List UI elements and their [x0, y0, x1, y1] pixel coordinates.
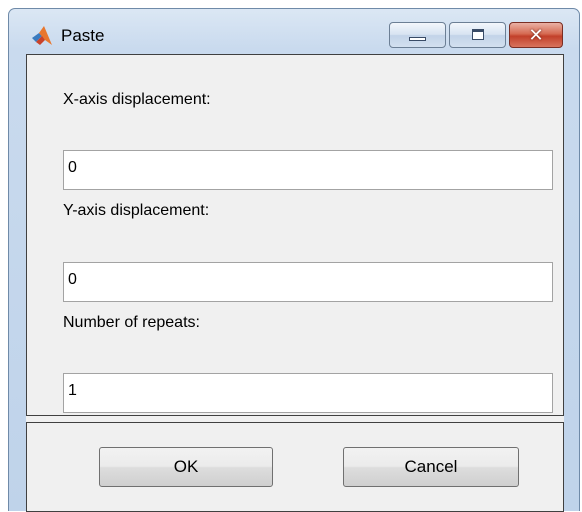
matlab-logo-icon — [32, 26, 52, 45]
maximize-icon — [472, 29, 484, 40]
close-button[interactable]: ✕ — [509, 22, 563, 48]
paste-dialog-window: Paste ✕ X-axis displacement: 0 Y-axis di… — [8, 8, 580, 512]
x-displacement-label: X-axis displacement: — [63, 91, 211, 108]
cancel-button[interactable]: Cancel — [343, 447, 519, 487]
title-bar[interactable]: Paste ✕ — [9, 9, 579, 49]
repeats-input[interactable]: 1 — [63, 373, 553, 413]
y-displacement-label: Y-axis displacement: — [63, 202, 210, 219]
dialog-content: X-axis displacement: 0 Y-axis displaceme… — [26, 54, 564, 512]
ok-button[interactable]: OK — [99, 447, 273, 487]
maximize-button[interactable] — [449, 22, 506, 48]
window-title: Paste — [61, 26, 105, 45]
minimize-icon — [409, 37, 426, 41]
close-icon: ✕ — [528, 24, 544, 45]
x-displacement-input[interactable]: 0 — [63, 150, 553, 190]
repeats-label: Number of repeats: — [63, 314, 200, 331]
y-displacement-input[interactable]: 0 — [63, 262, 553, 302]
minimize-button[interactable] — [389, 22, 446, 48]
